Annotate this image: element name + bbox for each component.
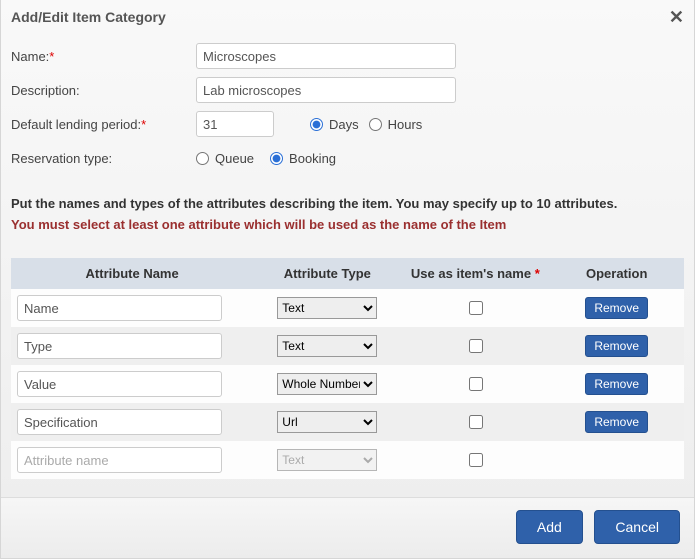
attr-name-input[interactable] <box>17 371 222 397</box>
dialog-footer: Add Cancel <box>1 497 694 558</box>
label-booking: Booking <box>289 151 336 166</box>
row-lending: Default lending period:* Days Hours <box>11 110 684 138</box>
label-queue: Queue <box>215 151 254 166</box>
description-label: Description: <box>11 83 196 98</box>
radio-hours[interactable] <box>369 118 382 131</box>
th-name: Attribute Name <box>11 258 253 289</box>
close-icon[interactable]: ✕ <box>669 8 684 26</box>
dialog-title: Add/Edit Item Category <box>11 9 166 25</box>
instructions-text: Put the names and types of the attribute… <box>11 196 684 211</box>
remove-button[interactable]: Remove <box>585 411 648 433</box>
use-as-name-checkbox[interactable] <box>469 415 483 429</box>
remove-button[interactable]: Remove <box>585 335 648 357</box>
remove-button[interactable]: Remove <box>585 297 648 319</box>
dialog: Add/Edit Item Category ✕ Name:* Descript… <box>0 0 695 559</box>
attr-type-select[interactable]: Text <box>277 297 377 319</box>
use-as-name-checkbox-new[interactable] <box>469 453 483 467</box>
label-days: Days <box>329 117 359 132</box>
attr-name-input[interactable] <box>17 409 222 435</box>
th-use: Use as item's name * <box>401 258 549 289</box>
th-op: Operation <box>549 258 684 289</box>
th-type: Attribute Type <box>253 258 401 289</box>
label-hours: Hours <box>388 117 423 132</box>
attr-type-select[interactable]: Url <box>277 411 377 433</box>
row-reservation: Reservation type: Queue Booking <box>11 144 684 172</box>
titlebar: Add/Edit Item Category ✕ <box>1 0 694 36</box>
dialog-body: Name:* Description: Default lending peri… <box>1 36 694 479</box>
attr-name-input[interactable] <box>17 295 222 321</box>
add-button[interactable]: Add <box>516 510 583 544</box>
lending-label: Default lending period:* <box>11 117 196 132</box>
row-description: Description: <box>11 76 684 104</box>
name-label: Name:* <box>11 49 196 64</box>
radio-booking[interactable] <box>270 152 283 165</box>
attributes-table: Attribute Name Attribute Type Use as ite… <box>11 258 684 479</box>
use-as-name-checkbox[interactable] <box>469 339 483 353</box>
use-as-name-checkbox[interactable] <box>469 301 483 315</box>
warning-text: You must select at least one attribute w… <box>11 217 684 232</box>
remove-button[interactable]: Remove <box>585 373 648 395</box>
table-row: Text Remove <box>11 289 684 327</box>
table-row-new: Text <box>11 441 684 479</box>
radio-queue[interactable] <box>196 152 209 165</box>
row-name: Name:* <box>11 42 684 70</box>
table-row: Text Remove <box>11 327 684 365</box>
name-input[interactable] <box>196 43 456 69</box>
radio-days[interactable] <box>310 118 323 131</box>
reservation-label: Reservation type: <box>11 151 196 166</box>
reservation-group: Queue Booking <box>196 151 344 166</box>
table-row: Url Remove <box>11 403 684 441</box>
lending-input[interactable] <box>196 111 274 137</box>
attr-name-input-new[interactable] <box>17 447 222 473</box>
table-row: Whole Number Remove <box>11 365 684 403</box>
attr-type-select[interactable]: Text <box>277 335 377 357</box>
attr-type-select[interactable]: Whole Number <box>277 373 377 395</box>
cancel-button[interactable]: Cancel <box>594 510 680 544</box>
attr-name-input[interactable] <box>17 333 222 359</box>
table-header-row: Attribute Name Attribute Type Use as ite… <box>11 258 684 289</box>
description-input[interactable] <box>196 77 456 103</box>
attr-type-select-new[interactable]: Text <box>277 449 377 471</box>
lending-unit-group: Days Hours <box>310 117 430 132</box>
use-as-name-checkbox[interactable] <box>469 377 483 391</box>
